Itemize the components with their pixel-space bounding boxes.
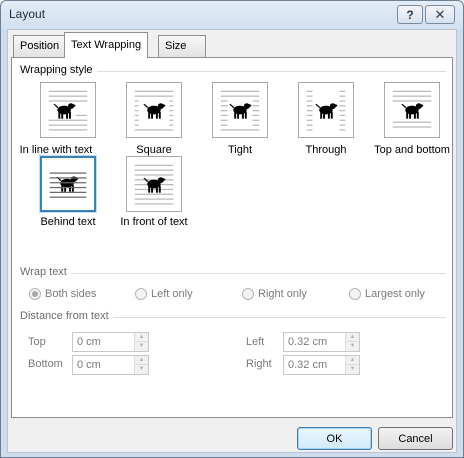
dialog-client: Position Text Wrapping Size Wrapping sty… [7, 29, 457, 453]
left-spinner[interactable]: 0.32 cm ▲ ▼ [283, 332, 360, 352]
wrap-style-behind-label[interactable]: Behind text [18, 216, 118, 228]
help-icon: ? [406, 7, 414, 22]
radio-dot [242, 288, 254, 300]
close-button[interactable]: ✕ [425, 5, 455, 24]
right-spinner[interactable]: 0.32 cm ▲ ▼ [283, 355, 360, 375]
section-divider [20, 273, 446, 274]
radio-label: Largest only [365, 288, 425, 300]
wrap-style-in-front-button[interactable] [126, 156, 182, 212]
spin-up-icon[interactable]: ▲ [135, 356, 148, 365]
spin-arrows: ▲ ▼ [134, 333, 148, 351]
wrap-style-top-bottom-button[interactable] [384, 82, 440, 138]
spin-down-icon[interactable]: ▼ [135, 365, 148, 374]
spin-down-icon[interactable]: ▼ [346, 365, 359, 374]
spin-up-icon[interactable]: ▲ [346, 356, 359, 365]
spin-up-icon[interactable]: ▲ [135, 333, 148, 342]
ok-button[interactable]: OK [297, 427, 372, 450]
right-value: 0.32 cm [288, 359, 328, 371]
top-value: 0 cm [77, 336, 101, 348]
wrap-text-heading: Wrap text [20, 266, 71, 278]
dialog-title: Layout [9, 7, 46, 21]
radio-both-sides[interactable]: Both sides [29, 288, 96, 300]
bottom-label: Bottom [28, 358, 63, 370]
title-bar: Layout ? ✕ [1, 1, 463, 29]
wrap-style-square-label[interactable]: Square [104, 144, 204, 156]
layout-dialog: Layout ? ✕ Position Text Wrapping Size W… [0, 0, 464, 458]
tab-position[interactable]: Position [13, 35, 67, 57]
spin-down-icon[interactable]: ▼ [346, 342, 359, 351]
wrap-style-square-button[interactable] [126, 82, 182, 138]
radio-dot [135, 288, 147, 300]
radio-label: Right only [258, 288, 307, 300]
tab-text-wrapping[interactable]: Text Wrapping [64, 32, 149, 58]
cancel-button[interactable]: Cancel [378, 427, 453, 450]
tab-panel-text-wrapping: Wrapping style In line with text Square [11, 57, 453, 418]
bottom-spinner[interactable]: 0 cm ▲ ▼ [72, 355, 149, 375]
spin-arrows: ▲ ▼ [345, 356, 359, 374]
wrap-style-top-bottom-label[interactable]: Top and bottom [362, 144, 462, 156]
radio-dot [29, 288, 41, 300]
radio-left-only[interactable]: Left only [135, 288, 193, 300]
spin-up-icon[interactable]: ▲ [346, 333, 359, 342]
wrap-style-through-button[interactable] [298, 82, 354, 138]
tab-size[interactable]: Size [158, 35, 206, 57]
spin-down-icon[interactable]: ▼ [135, 342, 148, 351]
wrap-style-inline-button[interactable] [40, 82, 96, 138]
wrap-style-through-label[interactable]: Through [276, 144, 376, 156]
left-value: 0.32 cm [288, 336, 328, 348]
wrap-style-tight-button[interactable] [212, 82, 268, 138]
top-spinner[interactable]: 0 cm ▲ ▼ [72, 332, 149, 352]
radio-label: Left only [151, 288, 193, 300]
top-label: Top [28, 336, 46, 348]
wrapping-style-heading: Wrapping style [20, 64, 97, 76]
wrap-style-behind-button[interactable] [40, 156, 96, 212]
wrap-style-inline-label[interactable]: In line with text [6, 144, 106, 156]
spin-arrows: ▲ ▼ [134, 356, 148, 374]
radio-right-only[interactable]: Right only [242, 288, 307, 300]
right-label: Right [246, 358, 272, 370]
radio-dot [349, 288, 361, 300]
wrap-style-tight-label[interactable]: Tight [190, 144, 290, 156]
spin-arrows: ▲ ▼ [345, 333, 359, 351]
left-label: Left [246, 336, 265, 348]
radio-label: Both sides [45, 288, 97, 300]
distance-heading: Distance from text [20, 310, 113, 322]
close-icon: ✕ [434, 6, 446, 22]
help-button[interactable]: ? [397, 5, 423, 24]
bottom-value: 0 cm [77, 359, 101, 371]
wrap-style-in-front-label[interactable]: In front of text [104, 216, 204, 228]
radio-largest-only[interactable]: Largest only [349, 288, 425, 300]
